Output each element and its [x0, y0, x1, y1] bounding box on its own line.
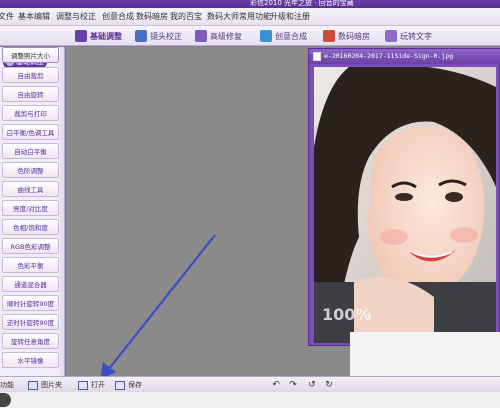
repair-icon — [195, 30, 207, 42]
open-label: 打开 — [91, 381, 105, 389]
redo-icon[interactable]: ↷ — [288, 380, 298, 390]
tab-darkroom-label: 数码暗房 — [338, 31, 370, 41]
function-button[interactable]: 功能 — [0, 380, 14, 390]
tab-darkroom[interactable]: 数码暗房 — [323, 28, 370, 44]
zoom-level: 100% — [322, 305, 372, 324]
camera-icon — [78, 380, 88, 390]
tab-creative-compose[interactable]: 创意合成 — [260, 28, 307, 44]
sidebar-item-brightness-contrast[interactable]: 亮度/对比度 — [2, 200, 59, 216]
folder-icon — [28, 380, 38, 390]
status-bar: 功能 图片夹 打开 保存 ↶ ↷ ↺ ↻ — [0, 376, 500, 392]
sidebar-scrollbar[interactable] — [60, 47, 64, 376]
sidebar-item-auto-white-balance[interactable]: 自动白平衡 — [2, 143, 59, 159]
app-window: 彩信2010 光年之旅 · 回音的宝藏 文件 基本编辑 调整与校正 创意合成 数… — [0, 0, 500, 408]
menu-upgrade[interactable]: 升级和注册 — [270, 11, 310, 22]
function-label: 功能 — [0, 381, 14, 389]
rotate-right-icon[interactable]: ↻ — [324, 380, 334, 390]
save-label: 保存 — [128, 381, 142, 389]
sidebar-item-hue-saturation[interactable]: 色相/饱和度 — [2, 219, 59, 235]
tab-advanced-repair[interactable]: 高级修复 — [195, 28, 242, 44]
menu-creative[interactable]: 创意合成 — [102, 11, 134, 22]
sidebar-item-white-balance-tool[interactable]: 白平衡/色调工具 — [2, 124, 59, 140]
image-window-titlebar[interactable]: e-20160204-2017-11Side-Sign-0.jpg — [309, 49, 500, 64]
sidebar-item-color-balance[interactable]: 色彩平衡 — [2, 257, 59, 273]
sidebar-item-curves[interactable]: 曲线工具 — [2, 181, 59, 197]
tab-lens-correct[interactable]: 镜头校正 — [135, 28, 182, 44]
window-title: 彩信2010 光年之旅 · 回音的宝藏 — [250, 0, 354, 7]
darkroom-icon — [323, 30, 335, 42]
sidebar-item-rotate-any-angle[interactable]: 旋转任意角度 — [2, 333, 59, 349]
sidebar-item-free-rotate[interactable]: 自由旋转 — [2, 86, 59, 102]
text-icon — [385, 30, 397, 42]
tab-text-fun-label: 玩转文字 — [400, 31, 432, 41]
menu-bar: 文件 基本编辑 调整与校正 创意合成 数码暗房 我的百宝 数码大师常用功能 升级… — [0, 8, 500, 26]
sidebar-item-free-crop[interactable]: 自由裁剪 — [2, 67, 59, 83]
tab-basic-adjust[interactable]: 基础调整 — [75, 28, 122, 44]
taskbar-strip — [0, 392, 500, 408]
avatar — [0, 393, 11, 407]
sidebar-item-rotate-ccw-90[interactable]: 逆时针旋转90度 — [2, 314, 59, 330]
title-bar: 彩信2010 光年之旅 · 回音的宝藏 — [0, 0, 500, 8]
undo-icon[interactable]: ↶ — [271, 380, 281, 390]
sidebar: 基础调整 调整照片大小 自由裁剪 自由旋转 裁剪与打印 白平衡/色调工具 自动白… — [0, 47, 65, 376]
menu-basic-edit[interactable]: 基本编辑 — [18, 11, 50, 22]
save-icon — [115, 380, 125, 390]
document-icon — [313, 52, 321, 61]
sidebar-item-channel-mixer[interactable]: 通道混合器 — [2, 276, 59, 292]
image-filename: e-20160204-2017-11Side-Sign-0.jpg — [324, 52, 454, 60]
sidebar-item-rotate-cw-90[interactable]: 顺时针旋转90度 — [2, 295, 59, 311]
tab-lens-correct-label: 镜头校正 — [150, 31, 182, 41]
photo-preview: 100% — [314, 67, 496, 343]
tab-advanced-repair-label: 高级修复 — [210, 31, 242, 41]
lens-icon — [135, 30, 147, 42]
tab-basic-adjust-label: 基础调整 — [90, 31, 122, 41]
tab-text-fun[interactable]: 玩转文字 — [385, 28, 432, 44]
tab-creative-compose-label: 创意合成 — [275, 31, 307, 41]
menu-file[interactable]: 文件 — [0, 11, 14, 22]
rotate-left-icon[interactable]: ↺ — [307, 380, 317, 390]
adjust-icon — [75, 30, 87, 42]
sidebar-item-resize[interactable]: 调整照片大小 — [2, 47, 59, 63]
save-button[interactable]: 保存 — [115, 380, 142, 390]
function-toolbar: 基础调整 镜头校正 高级修复 创意合成 数码暗房 玩转文字 — [0, 26, 500, 46]
open-button[interactable]: 打开 — [78, 380, 105, 390]
sidebar-item-levels[interactable]: 色阶调整 — [2, 162, 59, 178]
sidebar-item-horizontal-mirror[interactable]: 水平镜像 — [2, 352, 59, 368]
browse-label: 图片夹 — [41, 381, 62, 389]
sidebar-item-rgb-adjust[interactable]: RGB色彩调整 — [2, 238, 59, 254]
menu-common-functions[interactable]: 数码大师常用功能 — [207, 11, 271, 22]
menu-adjust[interactable]: 调整与校正 — [56, 11, 96, 22]
image-window[interactable]: e-20160204-2017-11Side-Sign-0.jpg 100% — [308, 48, 500, 346]
compose-icon — [260, 30, 272, 42]
browse-folder-button[interactable]: 图片夹 — [28, 380, 62, 390]
menu-darkroom[interactable]: 数码暗房 — [136, 11, 168, 22]
portrait-photo — [314, 67, 496, 343]
sidebar-item-crop-print[interactable]: 裁剪与打印 — [2, 105, 59, 121]
menu-treasure[interactable]: 我的百宝 — [170, 11, 202, 22]
